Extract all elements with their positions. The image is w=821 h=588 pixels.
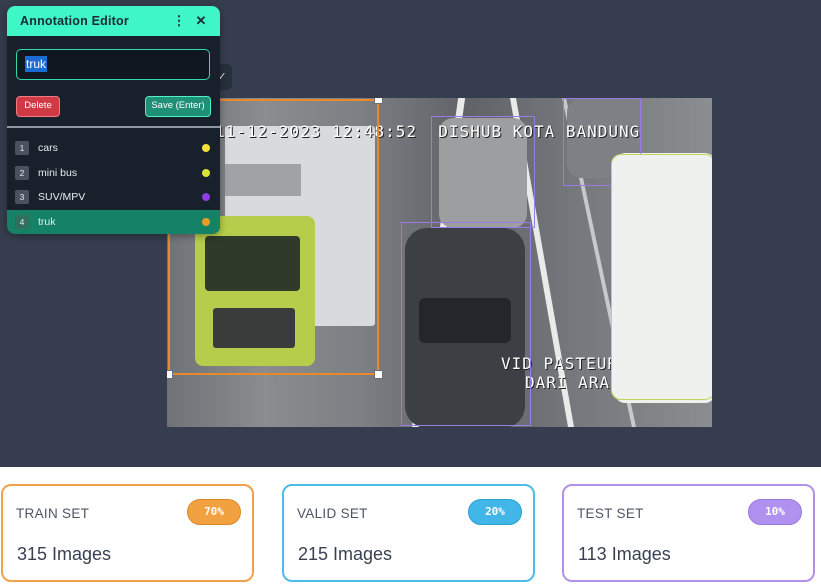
class-color-dot — [202, 193, 210, 202]
class-name: truk — [38, 215, 56, 228]
bounding-box[interactable] — [431, 116, 535, 228]
percent-badge: 10% — [748, 499, 802, 525]
resize-handle-bottom-right[interactable] — [374, 370, 383, 379]
editor-title: Annotation Editor — [20, 14, 129, 28]
divider — [7, 126, 220, 128]
dataset-split-cards: TRAIN SET 70% 315 Images VALID SET 20% 2… — [0, 467, 821, 588]
resize-handle-bottom-left[interactable] — [167, 370, 173, 379]
class-shortcut: 4 — [15, 214, 29, 229]
annotation-editor-panel: Annotation Editor ⋮ ✕ truk Delete Save (… — [7, 6, 220, 234]
class-item-suv-mpv[interactable]: 3 SUV/MPV — [7, 185, 220, 210]
valid-set-card[interactable]: VALID SET 20% 215 Images — [282, 484, 535, 582]
class-item-truk[interactable]: 4 truk — [7, 209, 220, 234]
close-icon[interactable]: ✕ — [192, 12, 210, 30]
annotated-image[interactable]: 11-12-2023 12:48:52 DISHUB KOTA BANDUNG … — [167, 98, 712, 427]
class-name: cars — [38, 142, 58, 155]
class-shortcut: 3 — [15, 190, 29, 205]
delete-button[interactable]: Delete — [16, 96, 60, 117]
class-shortcut: 1 — [15, 141, 29, 156]
class-color-dot — [202, 168, 210, 177]
class-name: SUV/MPV — [38, 191, 86, 204]
menu-icon[interactable]: ⋮ — [170, 12, 188, 30]
class-color-dot — [202, 144, 210, 153]
label-input-value: truk — [25, 56, 48, 72]
bounding-box[interactable] — [611, 154, 712, 400]
card-title: TRAIN SET — [16, 506, 90, 521]
image-count: 315 Images — [17, 544, 112, 564]
class-list: 1 cars 2 mini bus 3 SUV/MPV 4 truk — [7, 136, 220, 234]
class-item-cars[interactable]: 1 cars — [7, 136, 220, 161]
save-button[interactable]: Save (Enter) — [145, 96, 211, 117]
image-count: 215 Images — [298, 544, 393, 564]
label-input[interactable]: truk — [16, 49, 210, 80]
card-title: TEST SET — [577, 506, 644, 521]
editor-header: Annotation Editor ⋮ ✕ — [7, 6, 220, 36]
percent-badge: 20% — [468, 499, 522, 525]
test-set-card[interactable]: TEST SET 10% 113 Images — [562, 484, 815, 582]
train-set-card[interactable]: TRAIN SET 70% 315 Images — [1, 484, 254, 582]
class-color-dot — [202, 217, 210, 226]
class-item-mini-bus[interactable]: 2 mini bus — [7, 161, 220, 186]
class-shortcut: 2 — [15, 165, 29, 180]
class-name: mini bus — [38, 166, 78, 179]
bounding-box[interactable] — [401, 222, 531, 426]
card-title: VALID SET — [297, 506, 368, 521]
percent-badge: 70% — [187, 499, 241, 525]
image-count: 113 Images — [578, 544, 671, 564]
resize-handle-top-right[interactable] — [374, 98, 383, 104]
annotation-canvas[interactable]: 11-12-2023 12:48:52 DISHUB KOTA BANDUNG … — [0, 0, 821, 467]
